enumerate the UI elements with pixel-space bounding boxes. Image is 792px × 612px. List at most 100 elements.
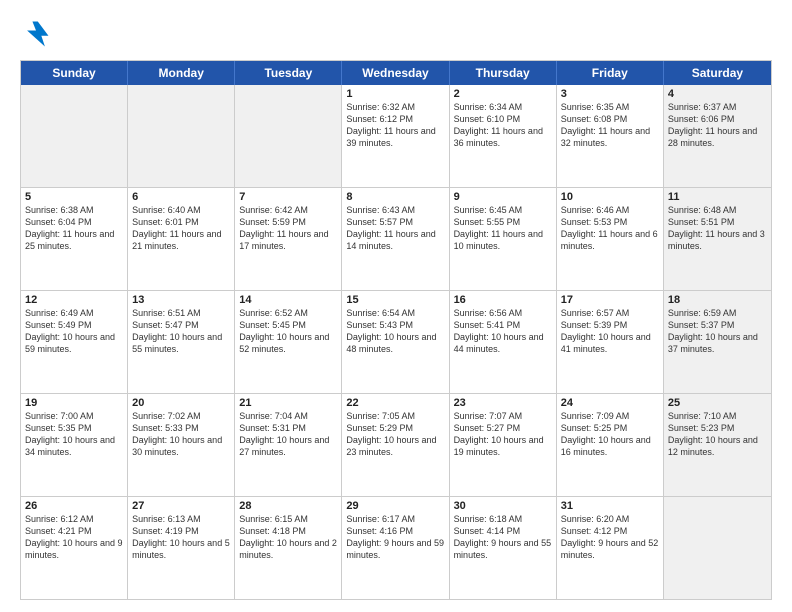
day-number: 10	[561, 191, 659, 203]
cell-info: Sunrise: 7:10 AM Sunset: 5:23 PM Dayligh…	[668, 410, 767, 459]
calendar-cell: 13Sunrise: 6:51 AM Sunset: 5:47 PM Dayli…	[128, 291, 235, 393]
calendar-cell: 27Sunrise: 6:13 AM Sunset: 4:19 PM Dayli…	[128, 497, 235, 599]
calendar-cell: 11Sunrise: 6:48 AM Sunset: 5:51 PM Dayli…	[664, 188, 771, 290]
day-number: 15	[346, 294, 444, 306]
cell-info: Sunrise: 7:00 AM Sunset: 5:35 PM Dayligh…	[25, 410, 123, 459]
calendar-cell: 15Sunrise: 6:54 AM Sunset: 5:43 PM Dayli…	[342, 291, 449, 393]
day-number: 16	[454, 294, 552, 306]
calendar-cell	[21, 85, 128, 187]
day-number: 8	[346, 191, 444, 203]
day-number: 24	[561, 397, 659, 409]
day-number: 26	[25, 500, 123, 512]
cell-info: Sunrise: 7:07 AM Sunset: 5:27 PM Dayligh…	[454, 410, 552, 459]
cell-info: Sunrise: 7:09 AM Sunset: 5:25 PM Dayligh…	[561, 410, 659, 459]
day-number: 20	[132, 397, 230, 409]
cell-info: Sunrise: 6:13 AM Sunset: 4:19 PM Dayligh…	[132, 513, 230, 562]
calendar-cell	[235, 85, 342, 187]
calendar-cell: 10Sunrise: 6:46 AM Sunset: 5:53 PM Dayli…	[557, 188, 664, 290]
day-number: 5	[25, 191, 123, 203]
cell-info: Sunrise: 6:46 AM Sunset: 5:53 PM Dayligh…	[561, 204, 659, 253]
calendar-cell: 17Sunrise: 6:57 AM Sunset: 5:39 PM Dayli…	[557, 291, 664, 393]
calendar-cell: 8Sunrise: 6:43 AM Sunset: 5:57 PM Daylig…	[342, 188, 449, 290]
day-number: 18	[668, 294, 767, 306]
calendar-cell: 20Sunrise: 7:02 AM Sunset: 5:33 PM Dayli…	[128, 394, 235, 496]
calendar-cell: 6Sunrise: 6:40 AM Sunset: 6:01 PM Daylig…	[128, 188, 235, 290]
cell-info: Sunrise: 6:45 AM Sunset: 5:55 PM Dayligh…	[454, 204, 552, 253]
calendar-cell: 4Sunrise: 6:37 AM Sunset: 6:06 PM Daylig…	[664, 85, 771, 187]
cell-info: Sunrise: 6:17 AM Sunset: 4:16 PM Dayligh…	[346, 513, 444, 562]
header-cell-friday: Friday	[557, 61, 664, 85]
cell-info: Sunrise: 6:40 AM Sunset: 6:01 PM Dayligh…	[132, 204, 230, 253]
day-number: 29	[346, 500, 444, 512]
calendar-cell: 16Sunrise: 6:56 AM Sunset: 5:41 PM Dayli…	[450, 291, 557, 393]
cell-info: Sunrise: 6:32 AM Sunset: 6:12 PM Dayligh…	[346, 101, 444, 150]
day-number: 2	[454, 88, 552, 100]
day-number: 21	[239, 397, 337, 409]
calendar-row-3: 19Sunrise: 7:00 AM Sunset: 5:35 PM Dayli…	[21, 394, 771, 497]
calendar-cell: 29Sunrise: 6:17 AM Sunset: 4:16 PM Dayli…	[342, 497, 449, 599]
day-number: 13	[132, 294, 230, 306]
calendar-cell: 24Sunrise: 7:09 AM Sunset: 5:25 PM Dayli…	[557, 394, 664, 496]
calendar-cell: 14Sunrise: 6:52 AM Sunset: 5:45 PM Dayli…	[235, 291, 342, 393]
cell-info: Sunrise: 6:12 AM Sunset: 4:21 PM Dayligh…	[25, 513, 123, 562]
logo	[20, 18, 58, 50]
cell-info: Sunrise: 6:43 AM Sunset: 5:57 PM Dayligh…	[346, 204, 444, 253]
calendar-cell: 30Sunrise: 6:18 AM Sunset: 4:14 PM Dayli…	[450, 497, 557, 599]
calendar-cell: 9Sunrise: 6:45 AM Sunset: 5:55 PM Daylig…	[450, 188, 557, 290]
day-number: 23	[454, 397, 552, 409]
cell-info: Sunrise: 6:18 AM Sunset: 4:14 PM Dayligh…	[454, 513, 552, 562]
day-number: 6	[132, 191, 230, 203]
day-number: 31	[561, 500, 659, 512]
header-cell-wednesday: Wednesday	[342, 61, 449, 85]
day-number: 3	[561, 88, 659, 100]
calendar-cell: 1Sunrise: 6:32 AM Sunset: 6:12 PM Daylig…	[342, 85, 449, 187]
header-cell-tuesday: Tuesday	[235, 61, 342, 85]
calendar-row-2: 12Sunrise: 6:49 AM Sunset: 5:49 PM Dayli…	[21, 291, 771, 394]
calendar-cell: 22Sunrise: 7:05 AM Sunset: 5:29 PM Dayli…	[342, 394, 449, 496]
header-cell-monday: Monday	[128, 61, 235, 85]
header	[20, 18, 772, 50]
day-number: 1	[346, 88, 444, 100]
day-number: 25	[668, 397, 767, 409]
cell-info: Sunrise: 7:02 AM Sunset: 5:33 PM Dayligh…	[132, 410, 230, 459]
calendar-cell: 25Sunrise: 7:10 AM Sunset: 5:23 PM Dayli…	[664, 394, 771, 496]
calendar-header-row: SundayMondayTuesdayWednesdayThursdayFrid…	[21, 61, 771, 85]
day-number: 30	[454, 500, 552, 512]
calendar-row-4: 26Sunrise: 6:12 AM Sunset: 4:21 PM Dayli…	[21, 497, 771, 599]
day-number: 14	[239, 294, 337, 306]
day-number: 28	[239, 500, 337, 512]
day-number: 27	[132, 500, 230, 512]
calendar-cell: 28Sunrise: 6:15 AM Sunset: 4:18 PM Dayli…	[235, 497, 342, 599]
calendar-cell	[664, 497, 771, 599]
cell-info: Sunrise: 6:15 AM Sunset: 4:18 PM Dayligh…	[239, 513, 337, 562]
calendar-row-1: 5Sunrise: 6:38 AM Sunset: 6:04 PM Daylig…	[21, 188, 771, 291]
cell-info: Sunrise: 6:48 AM Sunset: 5:51 PM Dayligh…	[668, 204, 767, 253]
cell-info: Sunrise: 6:49 AM Sunset: 5:49 PM Dayligh…	[25, 307, 123, 356]
cell-info: Sunrise: 6:35 AM Sunset: 6:08 PM Dayligh…	[561, 101, 659, 150]
cell-info: Sunrise: 6:56 AM Sunset: 5:41 PM Dayligh…	[454, 307, 552, 356]
header-cell-saturday: Saturday	[664, 61, 771, 85]
calendar-cell: 19Sunrise: 7:00 AM Sunset: 5:35 PM Dayli…	[21, 394, 128, 496]
calendar-body: 1Sunrise: 6:32 AM Sunset: 6:12 PM Daylig…	[21, 85, 771, 599]
cell-info: Sunrise: 6:34 AM Sunset: 6:10 PM Dayligh…	[454, 101, 552, 150]
calendar-cell: 18Sunrise: 6:59 AM Sunset: 5:37 PM Dayli…	[664, 291, 771, 393]
cell-info: Sunrise: 6:42 AM Sunset: 5:59 PM Dayligh…	[239, 204, 337, 253]
calendar-cell: 7Sunrise: 6:42 AM Sunset: 5:59 PM Daylig…	[235, 188, 342, 290]
calendar-cell: 2Sunrise: 6:34 AM Sunset: 6:10 PM Daylig…	[450, 85, 557, 187]
cell-info: Sunrise: 6:38 AM Sunset: 6:04 PM Dayligh…	[25, 204, 123, 253]
calendar-cell: 12Sunrise: 6:49 AM Sunset: 5:49 PM Dayli…	[21, 291, 128, 393]
day-number: 12	[25, 294, 123, 306]
calendar-cell	[128, 85, 235, 187]
cell-info: Sunrise: 7:04 AM Sunset: 5:31 PM Dayligh…	[239, 410, 337, 459]
cell-info: Sunrise: 6:20 AM Sunset: 4:12 PM Dayligh…	[561, 513, 659, 562]
calendar-cell: 26Sunrise: 6:12 AM Sunset: 4:21 PM Dayli…	[21, 497, 128, 599]
day-number: 7	[239, 191, 337, 203]
cell-info: Sunrise: 6:54 AM Sunset: 5:43 PM Dayligh…	[346, 307, 444, 356]
day-number: 17	[561, 294, 659, 306]
cell-info: Sunrise: 6:59 AM Sunset: 5:37 PM Dayligh…	[668, 307, 767, 356]
day-number: 4	[668, 88, 767, 100]
calendar-cell: 21Sunrise: 7:04 AM Sunset: 5:31 PM Dayli…	[235, 394, 342, 496]
header-cell-thursday: Thursday	[450, 61, 557, 85]
day-number: 11	[668, 191, 767, 203]
day-number: 22	[346, 397, 444, 409]
